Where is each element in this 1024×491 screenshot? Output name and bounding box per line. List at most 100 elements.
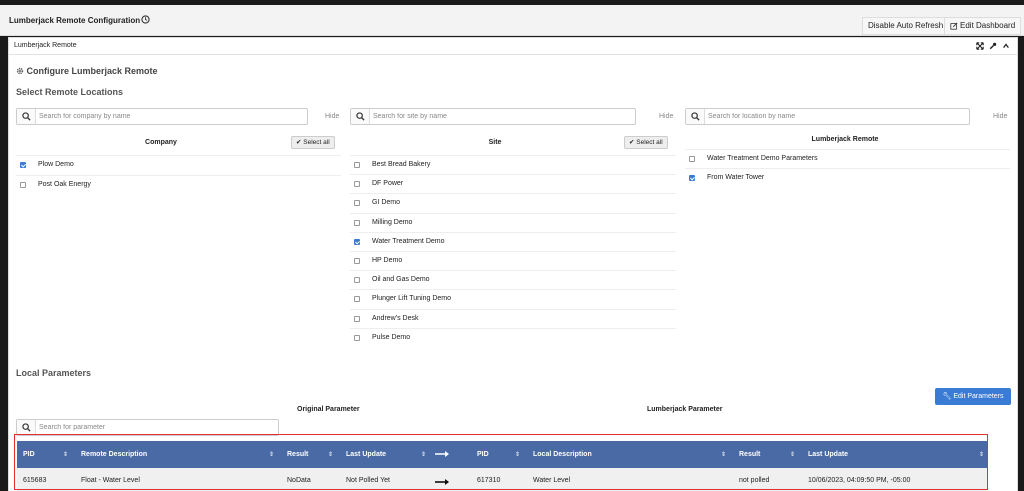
list-item[interactable]: Water Treatment Demo	[350, 231, 676, 251]
sort-icon[interactable]: ⇕	[63, 451, 68, 458]
app-title: Lumberjack Remote Configuration	[9, 16, 141, 25]
parameter-search-input[interactable]	[39, 422, 259, 433]
sort-icon[interactable]: ⇕	[979, 451, 984, 458]
list-item-label: Pulse Demo	[372, 333, 411, 341]
configure-heading-text: Configure Lumberjack Remote	[26, 66, 158, 76]
list-item-label: Plow Demo	[38, 161, 74, 168]
lumberjack-remote-panel: Lumberjack Remote Configure Lumberjack R…	[8, 37, 1018, 491]
edit-dashboard-button[interactable]: Edit Dashboard	[944, 17, 1022, 35]
site-search[interactable]	[350, 108, 636, 125]
last-update-local-column-header[interactable]: Last Update	[808, 451, 848, 458]
checkbox[interactable]	[354, 277, 360, 284]
sort-icon[interactable]: ⇕	[269, 451, 274, 458]
company-search[interactable]	[16, 108, 308, 125]
location-hide-link[interactable]: Hide	[993, 113, 1007, 120]
list-item[interactable]: HP Demo	[350, 251, 676, 270]
checkbox[interactable]	[354, 315, 360, 322]
checkbox[interactable]	[354, 181, 360, 188]
row-last-update: Not Polled Yet	[346, 477, 390, 484]
row-result-local: not polled	[739, 477, 770, 484]
search-icon	[686, 109, 705, 124]
result-column-header[interactable]: Result	[287, 451, 308, 458]
pid-column-header[interactable]: PID	[23, 451, 35, 458]
location-search-input[interactable]	[708, 111, 928, 122]
list-item[interactable]: Best Bread Bakery	[350, 155, 676, 174]
search-icon	[351, 109, 370, 124]
edit-parameters-button[interactable]: 🔧︎ Edit Parameters	[935, 388, 1011, 405]
local-parameters-heading: Local Parameters	[16, 368, 92, 378]
sort-icon[interactable]: ⇕	[328, 451, 333, 458]
list-item-label: Milling Demo	[372, 218, 413, 226]
sort-icon[interactable]: ⇕	[721, 451, 726, 458]
checkbox[interactable]	[689, 175, 695, 181]
select-locations-heading: Select Remote Locations	[16, 87, 124, 97]
list-item-label: GI Demo	[372, 199, 401, 207]
list-item[interactable]: Andrew's Desk	[350, 308, 676, 328]
list-item[interactable]: DF Power	[350, 174, 676, 193]
list-item-label: Water Treatment Demo Parameters	[707, 155, 818, 162]
list-item[interactable]: Post Oak Energy	[16, 175, 341, 194]
list-item-label: Andrew's Desk	[372, 314, 419, 322]
last-update-column-header[interactable]: Last Update	[346, 451, 386, 458]
checkbox[interactable]	[354, 296, 360, 303]
list-item[interactable]: Plow Demo	[16, 155, 341, 174]
pid-local-column-header[interactable]: PID	[477, 451, 489, 458]
checkbox[interactable]	[354, 200, 360, 207]
disable-auto-refresh-button[interactable]: Disable Auto Refresh	[862, 17, 950, 35]
panel-title: Lumberjack Remote	[14, 42, 77, 49]
row-last-update-local: 10/06/2023, 04:09:50 PM, -05:00	[808, 477, 911, 484]
panel-header: Lumberjack Remote	[9, 38, 1017, 55]
expand-icon[interactable]	[976, 42, 984, 50]
list-item[interactable]: Water Treatment Demo Parameters	[685, 149, 1010, 168]
checkbox[interactable]	[20, 162, 26, 168]
list-item[interactable]: GI Demo	[350, 193, 676, 212]
list-item[interactable]: Oil and Gas Demo	[350, 270, 676, 289]
wrench-icon: 🔧︎	[942, 393, 952, 400]
site-select-all-button[interactable]: ✔ Select all	[624, 136, 668, 149]
local-description-column-header[interactable]: Local Description	[533, 451, 592, 458]
list-item-label: DF Power	[372, 180, 404, 188]
arrow-right-icon	[435, 451, 449, 457]
location-search[interactable]	[685, 108, 970, 125]
sort-icon[interactable]: ⇕	[515, 451, 520, 458]
site-hide-link[interactable]: Hide	[659, 113, 673, 120]
remote-column-title: Lumberjack Remote	[811, 136, 879, 143]
row-remote-description: Float - Water Level	[81, 477, 140, 484]
table-row[interactable]: 615683 Float - Water Level NoData Not Po…	[17, 468, 987, 491]
parameter-search[interactable]	[16, 419, 279, 436]
checkbox[interactable]	[20, 182, 26, 188]
list-item-label: Water Treatment Demo	[372, 237, 445, 245]
list-item[interactable]: Milling Demo	[350, 212, 676, 232]
company-search-input[interactable]	[39, 111, 259, 122]
arrow-right-icon	[435, 479, 449, 485]
list-item-label: Best Bread Bakery	[372, 161, 431, 168]
sort-icon[interactable]: ⇕	[421, 451, 426, 458]
remote-description-column-header[interactable]: Remote Description	[81, 451, 147, 458]
search-icon	[17, 420, 36, 435]
sort-icon[interactable]: ⇕	[790, 451, 795, 458]
edit-parameters-label: Edit Parameters	[953, 393, 1004, 400]
wrench-icon[interactable]	[989, 42, 997, 50]
checkbox[interactable]	[354, 162, 360, 168]
checkbox[interactable]	[354, 238, 360, 245]
top-bar: Lumberjack Remote Configuration Disable …	[0, 5, 1024, 36]
checkbox[interactable]	[689, 156, 695, 162]
parameters-table-header: PID ⇕ Remote Description ⇕ Result ⇕ Last…	[17, 441, 987, 468]
clock-icon[interactable]	[141, 15, 150, 24]
checkbox[interactable]	[354, 219, 360, 226]
collapse-icon[interactable]	[1002, 42, 1010, 50]
edit-dashboard-label: Edit Dashboard	[960, 21, 1016, 30]
list-item[interactable]: Pulse Demo	[350, 327, 676, 347]
row-result: NoData	[287, 477, 311, 484]
site-search-input[interactable]	[373, 111, 593, 122]
result-local-column-header[interactable]: Result	[739, 451, 760, 458]
row-local-description: Water Level	[533, 477, 571, 484]
list-item[interactable]: Plunger Lift Tuning Demo	[350, 289, 676, 308]
checkbox[interactable]	[354, 258, 360, 264]
list-item[interactable]: From Water Tower	[685, 168, 1010, 187]
checkbox[interactable]	[354, 334, 360, 341]
row-pid: 615683	[23, 477, 47, 484]
company-hide-link[interactable]: Hide	[325, 113, 339, 120]
list-item-label: Plunger Lift Tuning Demo	[372, 295, 451, 303]
company-select-all-button[interactable]: ✔ Select all	[291, 136, 335, 149]
